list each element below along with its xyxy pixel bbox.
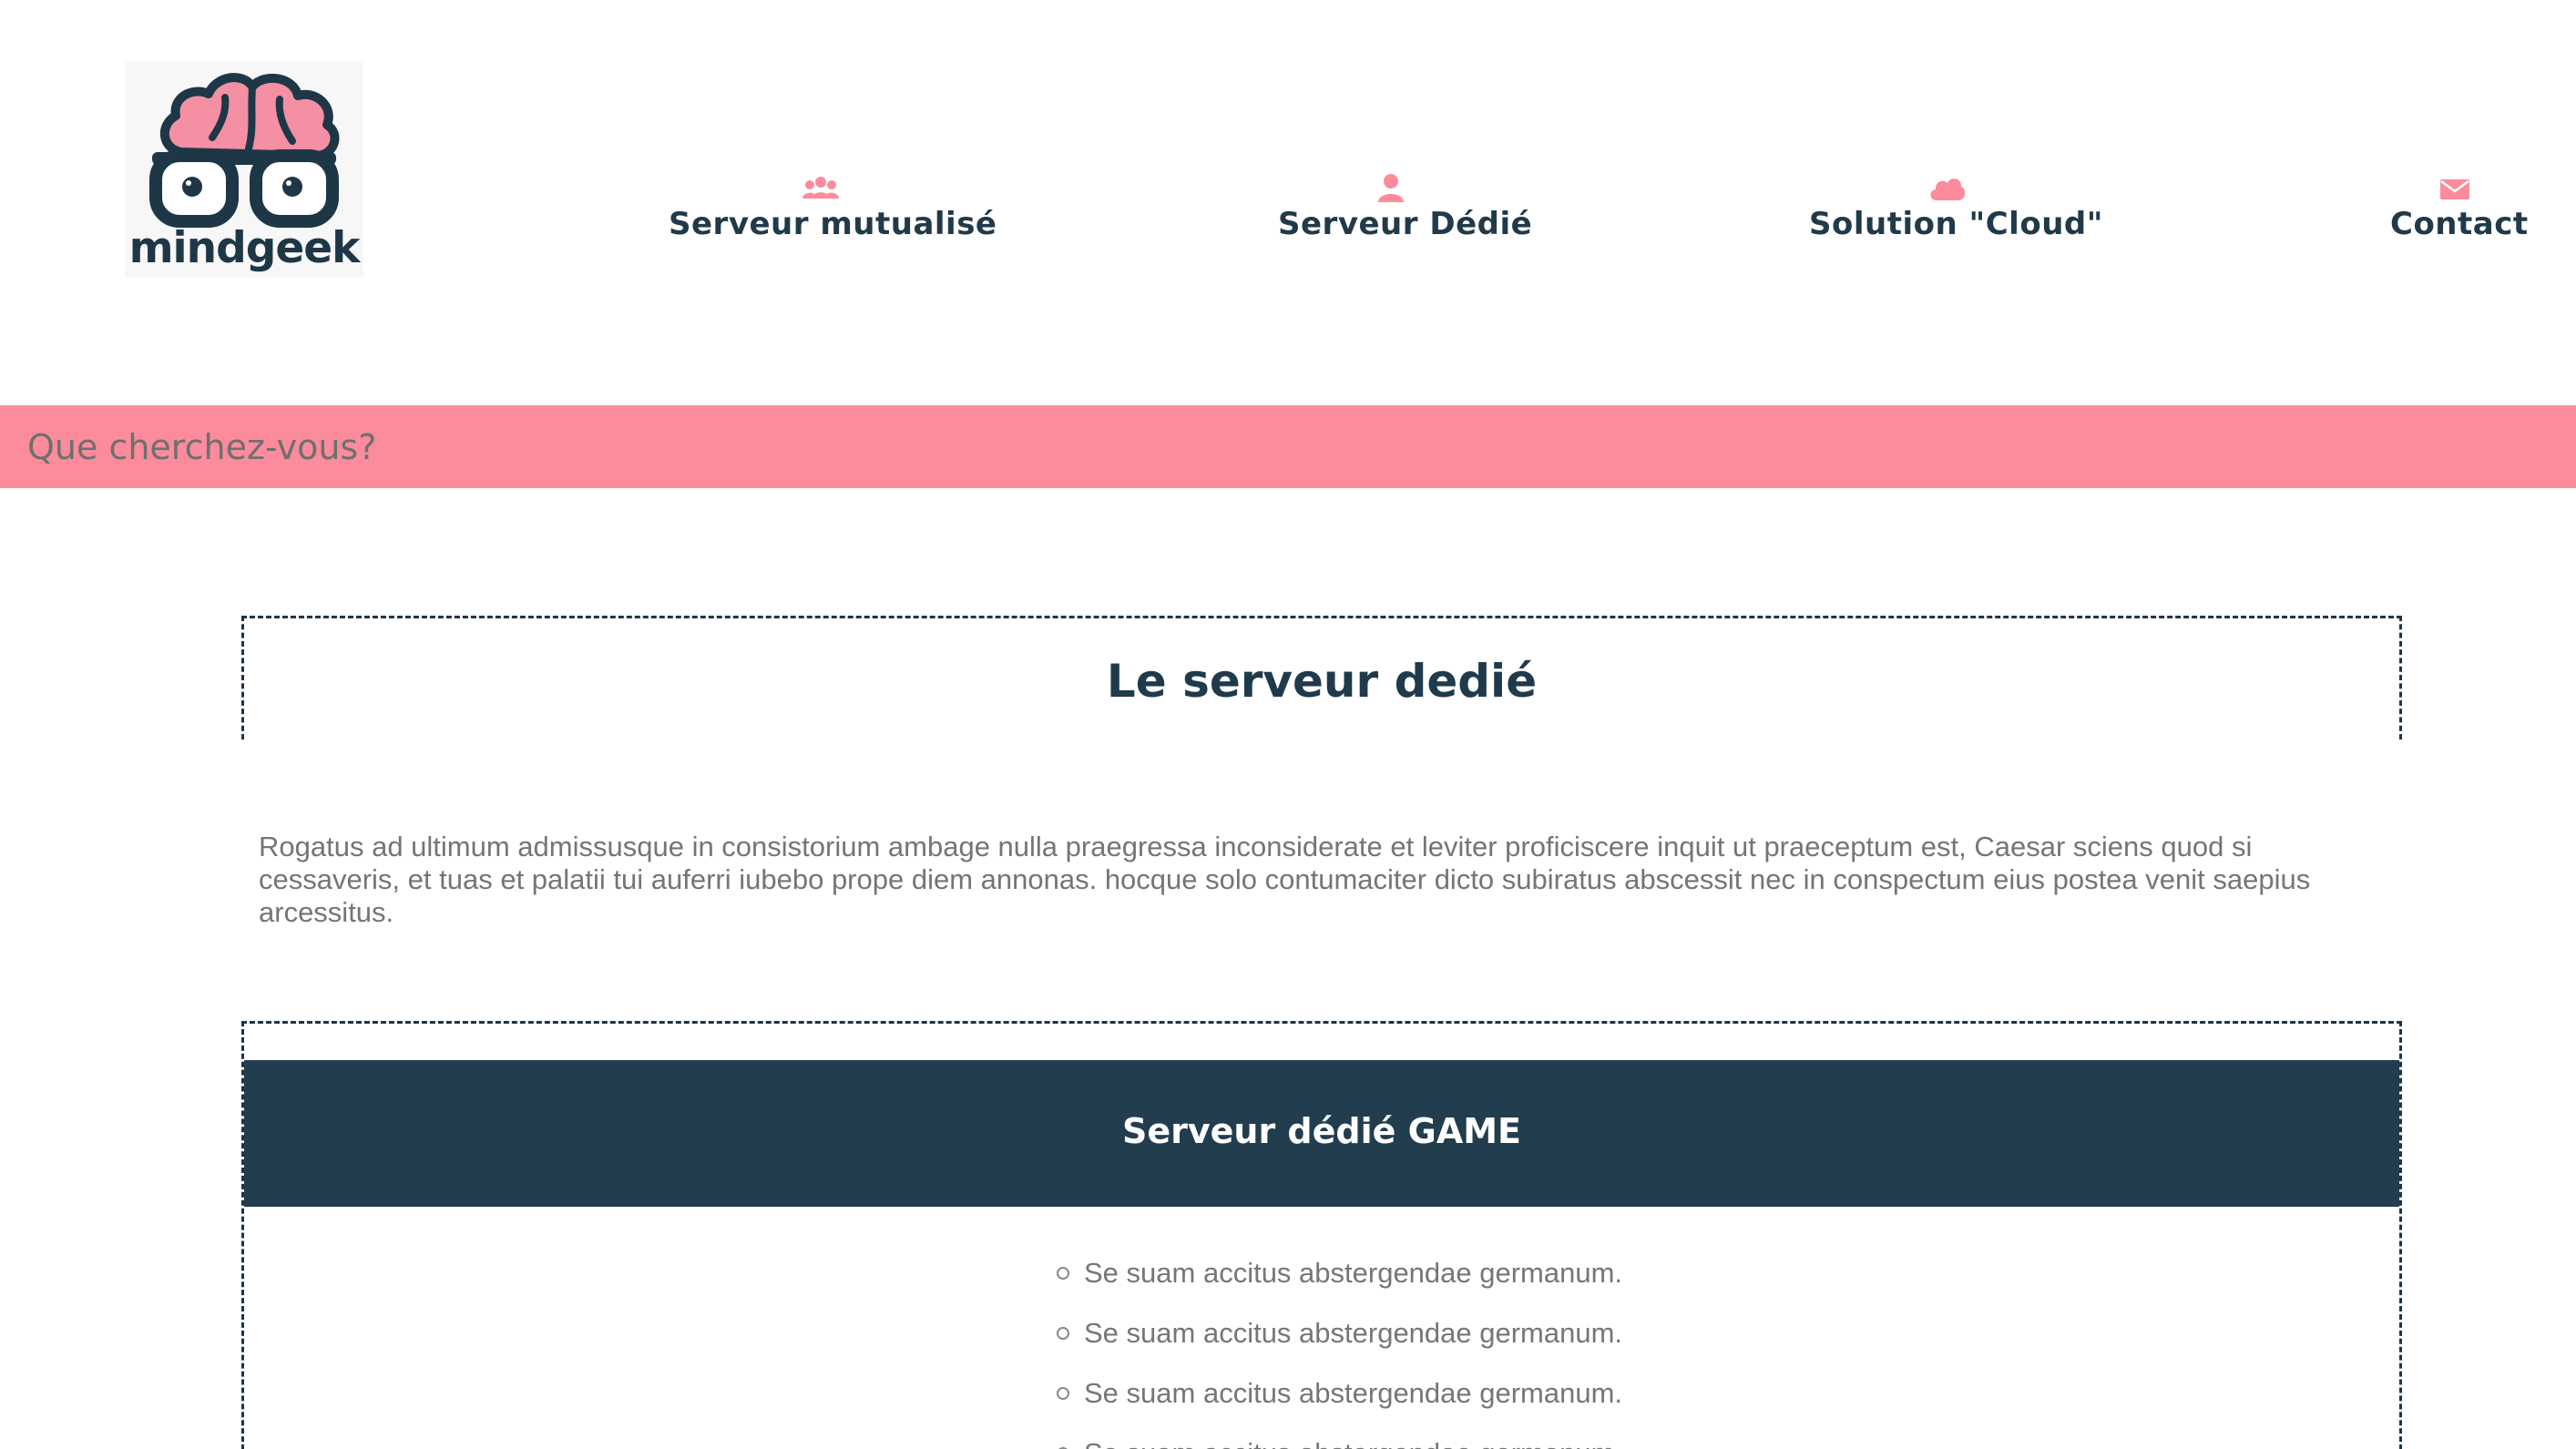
nav-item-contact[interactable]: Contact	[2390, 173, 2529, 242]
nav-label: Serveur mutualisé	[669, 206, 997, 242]
page: mindgeek Serveur mutualisé Serveur Dédié	[0, 0, 2576, 1449]
list-item: Se suam accitus abstergendae germanum.	[1057, 1317, 1622, 1377]
feature-text: Se suam accitus abstergendae germanum.	[1084, 1257, 1623, 1289]
circle-bullet-icon	[1057, 1387, 1069, 1400]
envelope-icon	[2440, 179, 2469, 199]
nav-label: Contact	[2390, 206, 2529, 242]
site-header: mindgeek Serveur mutualisé Serveur Dédié	[0, 0, 2576, 405]
nav-item-serveur-mutualise[interactable]: Serveur mutualisé	[669, 173, 997, 242]
feature-list: Se suam accitus abstergendae germanum. S…	[1057, 1257, 1622, 1449]
user-icon	[1378, 174, 1404, 202]
feature-text: Se suam accitus abstergendae germanum.	[1084, 1317, 1623, 1349]
nav-item-solution-cloud[interactable]: Solution "Cloud"	[1809, 173, 2103, 242]
circle-bullet-icon	[1057, 1327, 1069, 1340]
feature-text: Se suam accitus abstergendae germanum.	[1084, 1377, 1623, 1409]
offer-title: Serveur dédié GAME	[1121, 1111, 1522, 1151]
brand-logo[interactable]: mindgeek	[125, 61, 363, 278]
offer-card: Serveur dédié GAME Se suam accitus abste…	[241, 1021, 2402, 1449]
list-item: Se suam accitus abstergendae germanum.	[1057, 1437, 1622, 1449]
list-item: Se suam accitus abstergendae germanum.	[1057, 1257, 1622, 1317]
nav-item-serveur-dedie[interactable]: Serveur Dédié	[1278, 173, 1533, 242]
page-title: Le serveur dedié	[1106, 655, 1538, 708]
page-title-box: Le serveur dedié	[241, 616, 2402, 740]
search-input[interactable]	[0, 405, 2576, 488]
cloud-icon	[1930, 179, 1966, 200]
circle-bullet-icon	[1057, 1267, 1069, 1280]
feature-text: Se suam accitus abstergendae germanum.	[1084, 1437, 1622, 1449]
list-item: Se suam accitus abstergendae germanum.	[1057, 1377, 1622, 1437]
brand-name: mindgeek	[128, 223, 361, 273]
intro-paragraph: Rogatus ad ultimum admissusque in consis…	[259, 831, 2311, 928]
nav-label: Solution "Cloud"	[1809, 206, 2103, 242]
offer-header: Serveur dédié GAME	[244, 1060, 2399, 1207]
users-icon	[802, 177, 839, 199]
search-bar	[0, 405, 2576, 488]
nav-label: Serveur Dédié	[1278, 206, 1533, 242]
